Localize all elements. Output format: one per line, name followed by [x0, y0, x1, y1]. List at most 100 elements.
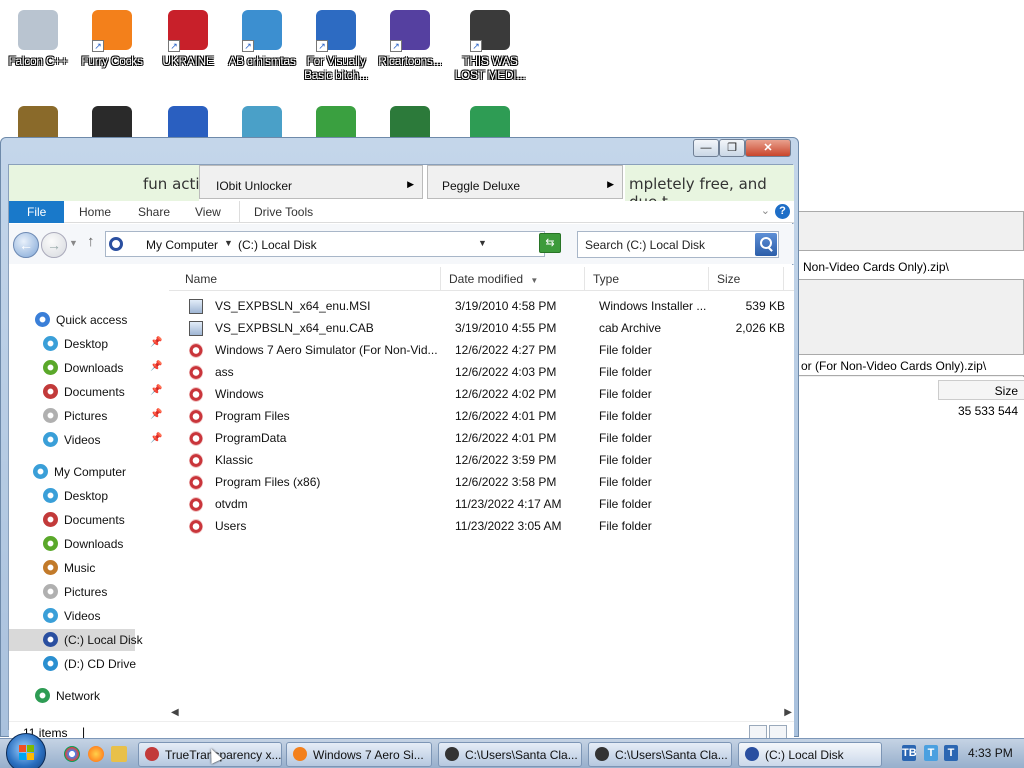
desktop-icon[interactable]: ↗ Furry Cocks	[74, 0, 150, 68]
nav-quick-pictures[interactable]: Pictures	[43, 405, 107, 427]
nav-quick-desktop[interactable]: Desktop	[43, 333, 108, 355]
nav-item-label: (C:) Local Disk	[64, 633, 143, 647]
file-row[interactable]: Program Files (x86) 12/6/2022 3:58 PM File…	[169, 471, 784, 493]
nav-computer-item[interactable]: (D:) CD Drive	[43, 653, 136, 675]
clock[interactable]: 4:33 PM	[968, 746, 1013, 760]
file-row[interactable]: Program Files 12/6/2022 4:01 PM File folde…	[169, 405, 784, 427]
breadcrumb-chevron-icon[interactable]: ▼	[224, 238, 233, 248]
taskbar-button[interactable]: Windows 7 Aero Si...	[286, 742, 432, 767]
taskbar-button-label: (C:) Local Disk	[765, 748, 844, 762]
desktop-icon[interactable]: ↗ Ricartoons...	[372, 0, 448, 68]
archive-size-header[interactable]: Size	[938, 380, 1024, 400]
nav-computer-item[interactable]: Documents	[43, 509, 125, 531]
breadcrumb-my-computer[interactable]: My Computer	[146, 238, 218, 252]
forward-button[interactable]: →	[41, 232, 67, 258]
column-header-type[interactable]: Type	[585, 267, 709, 291]
back-button[interactable]: ←	[13, 232, 39, 258]
file-type: File folder	[599, 497, 652, 511]
start-button[interactable]	[6, 733, 46, 768]
maximize-button[interactable]: ❐	[719, 139, 745, 157]
nav-computer-item[interactable]: Pictures	[43, 581, 107, 603]
chrome-icon[interactable]	[64, 746, 80, 762]
nav-quick-documents[interactable]: Documents	[43, 381, 125, 403]
file-row[interactable]: Users 11/23/2022 3:05 AM File folder	[169, 515, 784, 537]
firefox-icon[interactable]	[88, 746, 104, 762]
file-date: 12/6/2022 3:58 PM	[455, 475, 557, 489]
taskbar-button[interactable]: (C:) Local Disk	[738, 742, 882, 767]
column-header-date[interactable]: Date modified ▼	[441, 267, 585, 291]
search-input[interactable]	[578, 232, 756, 257]
file-row[interactable]: VS_EXPBSLN_x64_enu.MSI 3/19/2010 4:58 PM W…	[169, 295, 785, 317]
nav-quick-access[interactable]: Quick access	[35, 309, 127, 331]
file-date: 3/19/2010 4:55 PM	[455, 321, 557, 335]
title-bar[interactable]: — ❐ ✕	[1, 138, 798, 162]
file-row[interactable]: Klassic 12/6/2022 3:59 PM File folder	[169, 449, 784, 471]
nav-computer-item[interactable]: Music	[43, 557, 95, 579]
search-icon[interactable]	[755, 233, 777, 256]
nav-computer-item[interactable]: Downloads	[43, 533, 123, 555]
nav-computer-item[interactable]: Videos	[43, 605, 100, 627]
ad-banner: fun acti mpletely free, and due t IObit …	[9, 165, 794, 201]
scroll-right-icon[interactable]: ▶	[784, 707, 792, 718]
archive-path-field[interactable]: or (For Non-Video Cards Only).zip\	[798, 354, 1024, 376]
file-name: Klassic	[215, 453, 254, 467]
nav-item-icon	[43, 560, 58, 575]
explorer-window[interactable]: — ❐ ✕ fun acti mpletely free, and due t …	[0, 137, 799, 743]
up-arrow-icon[interactable]: ↑	[87, 233, 95, 250]
menu-item-iobit-unlocker[interactable]: IObit Unlocker	[216, 179, 292, 193]
desktop-icon[interactable]: ↗ THIS WAS LOST MEDI...	[452, 0, 528, 82]
tab-home[interactable]: Home	[65, 201, 125, 223]
horizontal-scrollbar[interactable]: ◀ ▶	[169, 705, 794, 721]
column-header-size[interactable]: Size	[709, 267, 784, 291]
tab-share[interactable]: Share	[124, 201, 184, 223]
recent-locations-icon[interactable]: ▼	[69, 238, 78, 248]
background-archive-window[interactable]: Non-Video Cards Only).zip\ or (For Non-V…	[797, 211, 1024, 502]
close-button[interactable]: ✕	[745, 139, 791, 157]
column-header-name[interactable]: Name	[177, 267, 441, 291]
folder-icon[interactable]	[111, 746, 127, 762]
folder-icon	[189, 519, 203, 534]
taskbar-button[interactable]: C:\Users\Santa Cla...	[438, 742, 582, 767]
nav-quick-videos[interactable]: Videos	[43, 429, 100, 451]
breadcrumb-local-disk[interactable]: (C:) Local Disk	[238, 238, 317, 252]
file-row[interactable]: VS_EXPBSLN_x64_enu.CAB 3/19/2010 4:55 PM c…	[169, 317, 785, 339]
file-row[interactable]: ProgramData 12/6/2022 4:01 PM File folder	[169, 427, 784, 449]
expand-ribbon-icon[interactable]: ⌄	[761, 204, 770, 217]
help-icon[interactable]: ?	[775, 204, 790, 219]
nav-computer-item[interactable]: Desktop	[43, 485, 108, 507]
file-row[interactable]: Windows 12/6/2022 4:02 PM File folder	[169, 383, 784, 405]
tray-icon-t1[interactable]: T	[924, 745, 938, 761]
desktop-icon[interactable]: ↗ AB crhismtas	[224, 0, 300, 68]
file-type: cab Archive	[599, 321, 662, 335]
address-bar[interactable]: My Computer ▼ (C:) Local Disk ▼	[105, 231, 545, 257]
file-row[interactable]: Windows 7 Aero Simulator (For Non-Vid...…	[169, 339, 784, 361]
taskbar-button[interactable]: C:\Users\Santa Cla...	[588, 742, 732, 767]
desktop-icon[interactable]: Falcon C++	[0, 0, 76, 68]
desktop-icon[interactable]: ↗ UKRAINE	[150, 0, 226, 68]
archive-path-bar[interactable]: Non-Video Cards Only).zip\	[803, 260, 949, 274]
refresh-button[interactable]: ⇆	[539, 233, 561, 253]
menu-item-peggle-deluxe[interactable]: Peggle Deluxe	[442, 179, 520, 193]
nav-my-computer[interactable]: My Computer	[33, 461, 126, 483]
desktop-icon-label: Furry Cocks	[81, 54, 143, 68]
search-box[interactable]	[577, 231, 779, 258]
address-dropdown-icon[interactable]: ▼	[478, 238, 487, 248]
nav-network[interactable]: Network	[35, 685, 100, 707]
desktop-icon[interactable]: ↗ For Visually Basic bitch...	[298, 0, 374, 82]
file-type: File folder	[599, 453, 652, 467]
file-row[interactable]: otvdm 11/23/2022 4:17 AM File folder	[169, 493, 784, 515]
tab-file[interactable]: File	[9, 201, 65, 223]
file-type: File folder	[599, 343, 652, 357]
minimize-button[interactable]: —	[693, 139, 719, 157]
tab-view[interactable]: View	[181, 201, 235, 223]
file-row[interactable]: ass 12/6/2022 4:03 PM File folder	[169, 361, 784, 383]
scroll-left-icon[interactable]: ◀	[171, 707, 179, 718]
nav-computer-item[interactable]: (C:) Local Disk	[9, 629, 143, 651]
taskbar-app-icon	[145, 747, 159, 761]
tray-icon-t2[interactable]: T	[944, 745, 958, 761]
nav-item-label: Videos	[64, 609, 101, 623]
file-type: File folder	[599, 387, 652, 401]
nav-quick-downloads[interactable]: Downloads	[43, 357, 123, 379]
tray-icon-tb[interactable]: TB	[902, 745, 917, 761]
tab-drive-tools[interactable]: Drive Tools	[239, 201, 327, 223]
